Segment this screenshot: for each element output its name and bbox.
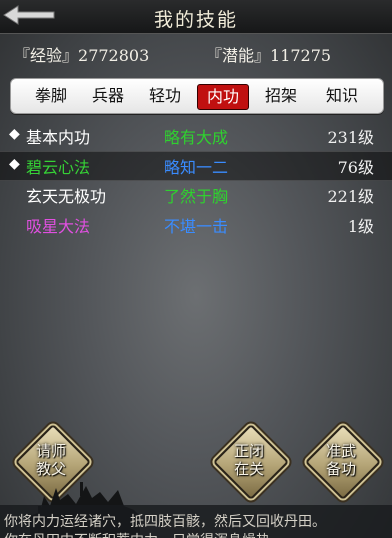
- skill-grade: 略有大成: [164, 128, 229, 147]
- skill-grade: 略知一二: [164, 158, 229, 177]
- skill-grade: 了然于胸: [164, 187, 229, 206]
- skill-name: 玄天无极功: [26, 187, 107, 206]
- enabled-marker-icon: ◆: [9, 126, 20, 142]
- skill-category-tabs: 拳脚 兵器 轻功 内功 招架 知识: [10, 78, 384, 114]
- tab-knowledge[interactable]: 知识: [317, 84, 367, 108]
- skill-name: 碧云心法: [26, 158, 91, 177]
- skill-level: 221级: [327, 187, 374, 206]
- potential-value: 117275: [270, 46, 332, 65]
- tab-fist[interactable]: 拳脚: [26, 84, 76, 108]
- skill-row-selected[interactable]: ◆ 碧云心法 略知一二 76级: [0, 151, 392, 181]
- skill-name: 基本内功: [26, 128, 91, 147]
- experience-stat: 『经验』2772803: [14, 42, 149, 66]
- page-title: 我的技能: [153, 9, 238, 31]
- potential-label: 『潜能』: [206, 46, 271, 65]
- message-line: 你在丹田中不断积蓄内力，只觉得浑身燥热: [4, 530, 270, 538]
- message-log: 你将内力运经诸穴，抵四肢百骸，然后又回收丹田。 你在丹田中不断积蓄内力，只觉得浑…: [0, 505, 392, 538]
- button-label: 准武 备功: [325, 442, 356, 478]
- prepare-skill-button[interactable]: 准武 备功: [302, 421, 382, 501]
- experience-label: 『经验』: [14, 46, 79, 65]
- enabled-marker-icon: ◆: [9, 156, 20, 172]
- skill-level: 231级: [327, 128, 374, 147]
- closed-training-button[interactable]: 正闭 在关: [210, 421, 290, 501]
- button-label: 请师 教父: [35, 442, 66, 478]
- skill-grade: 不堪一击: [164, 217, 229, 236]
- skill-row[interactable]: 玄天无极功 了然于胸 221级: [0, 181, 392, 209]
- tab-weapon[interactable]: 兵器: [83, 84, 133, 108]
- tab-lightness[interactable]: 轻功: [140, 84, 190, 108]
- skill-level: 76级: [337, 158, 374, 177]
- game-screen: 我的技能 『经验』2772803 『潜能』117275 拳脚 兵器 轻功 内功 …: [0, 0, 392, 538]
- skill-level: 1级: [347, 217, 374, 236]
- skill-row[interactable]: 吸星大法 不堪一击 1级: [0, 211, 392, 239]
- experience-value: 2772803: [78, 46, 150, 65]
- tab-internal[interactable]: 内功: [197, 84, 249, 110]
- message-line: 你将内力运经诸穴，抵四肢百骸，然后又回收丹田。: [4, 514, 326, 530]
- skill-row[interactable]: ◆ 基本内功 略有大成 231级: [0, 122, 392, 150]
- button-label: 正闭 在关: [233, 442, 264, 478]
- tab-parry[interactable]: 招架: [256, 84, 306, 108]
- skill-name: 吸星大法: [26, 217, 91, 236]
- top-bar: 我的技能: [0, 0, 392, 34]
- potential-stat: 『潜能』117275: [206, 42, 331, 66]
